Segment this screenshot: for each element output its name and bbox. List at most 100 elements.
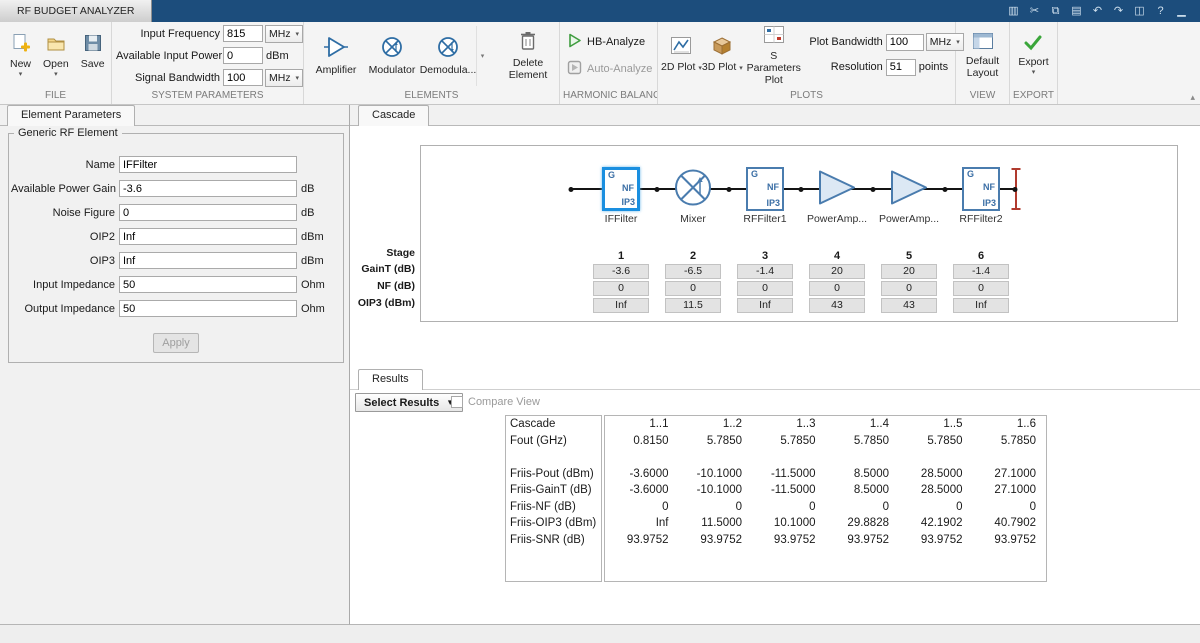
layout-icon[interactable]: ◫ xyxy=(1131,3,1148,19)
cascade-element-2[interactable]: Mixer xyxy=(653,146,733,238)
select-results-button[interactable]: Select Results▼ xyxy=(355,393,463,412)
parameter-input[interactable] xyxy=(119,252,297,269)
app-title-tab[interactable]: RF BUDGET ANALYZER xyxy=(0,0,152,22)
section-label-elements: ELEMENTS xyxy=(304,89,559,104)
tab-cascade[interactable]: Cascade xyxy=(358,105,429,126)
open-button[interactable]: Open ▾ xyxy=(39,32,73,79)
tabstrip-line xyxy=(350,389,1200,390)
redo-icon[interactable]: ↷ xyxy=(1110,3,1127,19)
results-cell xyxy=(679,449,753,466)
connection-dot xyxy=(727,187,732,192)
stage-value-cell: 11.5 xyxy=(665,298,721,313)
gain-row-header: GainT (dB) xyxy=(350,263,415,275)
parameter-input[interactable] xyxy=(119,276,297,293)
save-button-label: Save xyxy=(81,58,105,70)
results-row: 93.975293.975293.975293.975293.975293.97… xyxy=(605,532,1046,549)
auto-analyze-button[interactable]: Auto-Analyze xyxy=(567,60,652,78)
cascade-element-3[interactable]: GNFIP3RFFilter1 xyxy=(725,146,805,238)
apply-button[interactable]: Apply xyxy=(153,333,199,353)
2d-plot-button[interactable]: 2D Plot ▾ xyxy=(661,34,702,77)
stage-value-cell: 0 xyxy=(881,281,937,296)
results-cell: -3.6000 xyxy=(605,466,679,483)
parameter-input[interactable] xyxy=(119,180,297,197)
stage-value-cell: 0 xyxy=(737,281,793,296)
cut-icon[interactable]: ✂ xyxy=(1026,3,1043,19)
resolution-input[interactable] xyxy=(886,59,916,76)
results-cell: 0 xyxy=(605,499,679,516)
connection-dot xyxy=(799,187,804,192)
stage-value-cell: Inf xyxy=(593,298,649,313)
export-button[interactable]: Export ▾ xyxy=(1014,34,1052,77)
demodulator-button[interactable]: Demodula... xyxy=(420,33,476,78)
delete-element-button[interactable]: Delete Element xyxy=(498,29,558,82)
results-cell: 93.9752 xyxy=(973,532,1047,549)
results-cell: -10.1000 xyxy=(679,482,753,499)
amplifier-button[interactable]: Amplifier xyxy=(308,33,364,78)
cascade-tabstrip xyxy=(350,105,1200,126)
signal-bandwidth-unit-select[interactable]: MHz▾ xyxy=(265,69,303,87)
ribbon-section-system-parameters: Input Frequency MHz▾ Available Input Pow… xyxy=(112,22,304,104)
results-cell: 5.7850 xyxy=(973,433,1047,450)
results-cell: 1..1 xyxy=(605,416,679,433)
new-button[interactable]: New ▾ xyxy=(6,32,35,79)
results-row-label: Friis-OIP3 (dBm) xyxy=(506,515,601,532)
ribbon-section-harmonic-balance: HB-Analyze Auto-Analyze HARMONIC BALANCE xyxy=(560,22,658,104)
parameter-input[interactable] xyxy=(119,156,297,173)
minimize-icon[interactable]: ▁ xyxy=(1173,3,1190,19)
3d-plot-button[interactable]: 3D Plot ▾ xyxy=(702,34,743,77)
section-label-plots: PLOTS xyxy=(658,89,955,104)
stage-value-cell: 0 xyxy=(809,281,865,296)
tab-element-parameters[interactable]: Element Parameters xyxy=(7,105,135,126)
results-cell: 10.1000 xyxy=(752,515,826,532)
quick-save-icon[interactable]: ▥ xyxy=(1005,3,1022,19)
signal-bandwidth-input[interactable] xyxy=(223,69,263,86)
help-icon[interactable]: ? xyxy=(1152,3,1169,19)
nf-badge: NF xyxy=(983,182,995,192)
hb-analyze-button[interactable]: HB-Analyze xyxy=(567,33,645,51)
results-cell: 0 xyxy=(899,499,973,516)
collapse-ribbon-button[interactable]: ▴ xyxy=(1190,93,1195,102)
plot-bandwidth-input[interactable] xyxy=(886,34,924,51)
amplifier-button-label: Amplifier xyxy=(316,64,357,76)
amplifier-icon-wrap xyxy=(889,169,929,210)
ribbon-section-plots: 2D Plot ▾ 3D Plot ▾ S Parameters Plot Pl… xyxy=(658,22,956,104)
save-button[interactable]: Save . xyxy=(77,32,109,79)
rf-filter-icon: GNFIP3 xyxy=(602,167,640,211)
cascade-element-4[interactable]: PowerAmp... xyxy=(797,146,877,238)
results-cell: 93.9752 xyxy=(679,532,753,549)
parameter-input[interactable] xyxy=(119,228,297,245)
parameter-row: Output ImpedanceOhm xyxy=(11,300,341,317)
ribbon-section-file: New ▾ Open ▾ Save . FILE xyxy=(0,22,112,104)
results-cell: 5.7850 xyxy=(826,433,900,450)
parameter-input[interactable] xyxy=(119,300,297,317)
modulator-button[interactable]: Modulator xyxy=(364,33,420,78)
results-row: Inf11.500010.100029.882842.190240.7902 xyxy=(605,515,1046,532)
cascade-element-5[interactable]: PowerAmp... xyxy=(869,146,949,238)
available-input-power-input[interactable] xyxy=(223,47,263,64)
default-layout-button[interactable]: Default Layout xyxy=(956,31,1010,80)
stage-value-cell: -6.5 xyxy=(665,264,721,279)
s-parameters-plot-button[interactable]: S Parameters Plot xyxy=(743,23,805,88)
parameter-row: Name xyxy=(11,156,341,173)
copy-icon[interactable]: ⧉ xyxy=(1047,3,1064,19)
results-row: 0.81505.78505.78505.78505.78505.7850 xyxy=(605,433,1046,450)
titlebar-icons: ▥✂⧉▤↶↷◫?▁ xyxy=(1005,0,1200,22)
input-frequency-input[interactable] xyxy=(223,25,263,42)
parameter-unit: Ohm xyxy=(301,303,331,315)
connection-dot xyxy=(569,187,574,192)
cascade-element-6[interactable]: GNFIP3RFFilter2 xyxy=(941,146,1021,238)
compare-view-checkbox[interactable] xyxy=(451,396,463,408)
parameter-row: OIP3dBm xyxy=(11,252,341,269)
stage-number: 6 xyxy=(953,250,1009,262)
parameter-input[interactable] xyxy=(119,204,297,221)
gain-badge: G xyxy=(608,170,615,180)
input-frequency-unit-select[interactable]: MHz▾ xyxy=(265,25,303,43)
gain-badge: G xyxy=(751,169,758,179)
paste-icon[interactable]: ▤ xyxy=(1068,3,1085,19)
stage-value-cell: 0 xyxy=(665,281,721,296)
tab-results[interactable]: Results xyxy=(358,369,423,390)
results-cell xyxy=(826,449,900,466)
elements-gallery-scroll[interactable]: ▾ xyxy=(476,26,488,86)
undo-icon[interactable]: ↶ xyxy=(1089,3,1106,19)
cascade-element-1[interactable]: GNFIP3IFFilter xyxy=(581,146,661,238)
